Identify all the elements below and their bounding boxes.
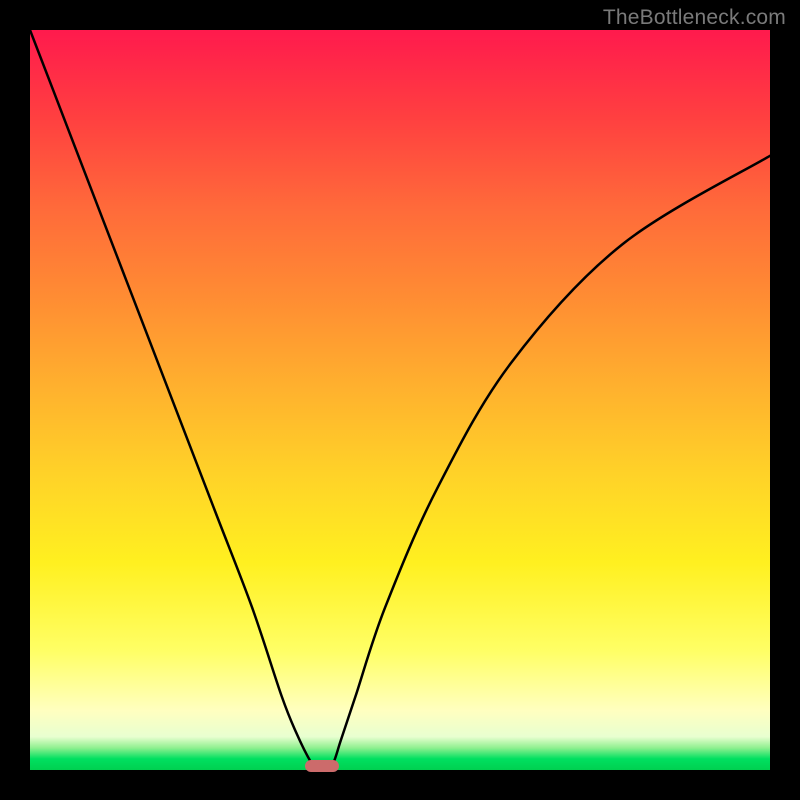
bottleneck-curve bbox=[30, 30, 770, 770]
minimum-marker bbox=[305, 760, 339, 772]
curve-svg bbox=[30, 30, 770, 770]
watermark-text: TheBottleneck.com bbox=[603, 6, 786, 30]
plot-area bbox=[30, 30, 770, 770]
